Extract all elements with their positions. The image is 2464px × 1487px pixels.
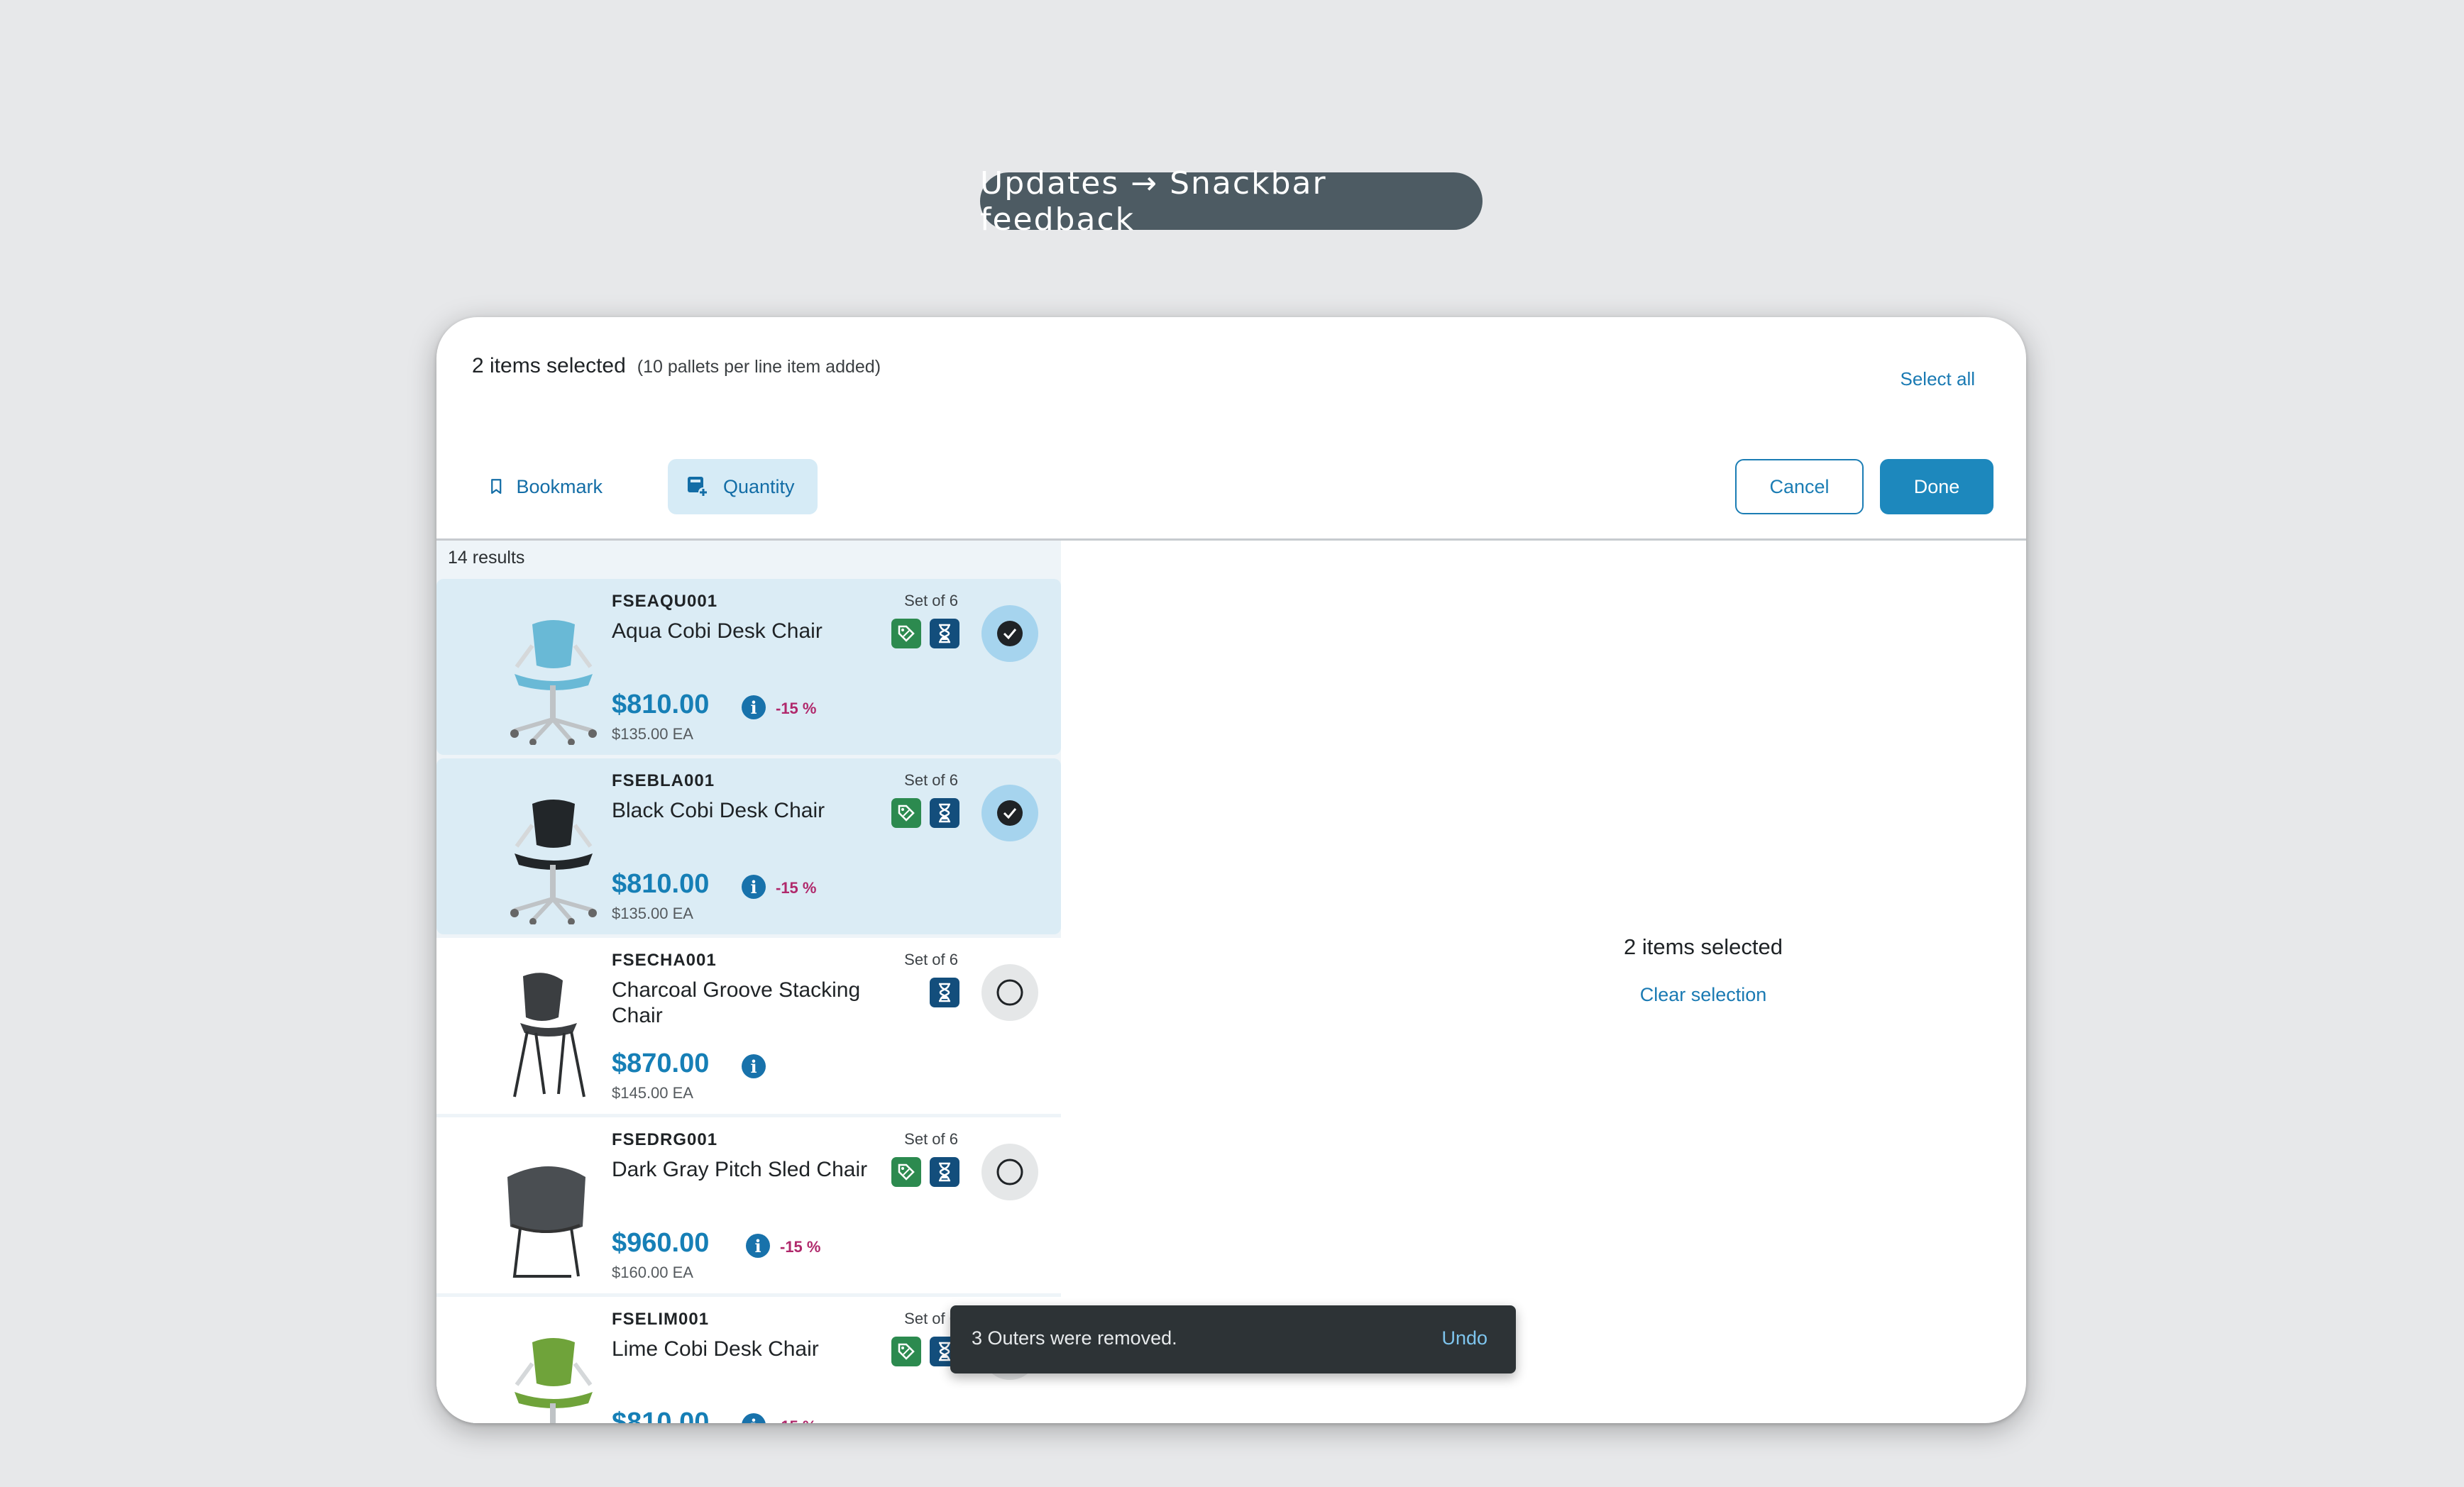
checked-circle-icon[interactable] <box>981 605 1038 662</box>
hourglass-icon <box>930 1157 959 1187</box>
product-sku: FSELIM001 <box>612 1310 710 1329</box>
selection-card: 2 items selected (10 pallets per line ite… <box>436 317 2026 1423</box>
pallets-note: (10 pallets per line item added) <box>637 357 881 377</box>
product-name: Lime Cobi Desk Chair <box>612 1337 819 1361</box>
results-count: 14 results <box>448 548 525 568</box>
set-size: Set of 6 <box>904 1130 958 1148</box>
product-item[interactable]: FSEAQU001 Set of 6 Aqua Cobi Desk Chair … <box>436 579 1061 755</box>
product-badges <box>891 1337 959 1366</box>
discount-badge: -15 % <box>776 700 817 717</box>
chair-image <box>510 800 597 924</box>
info-icon[interactable]: i <box>746 1234 770 1258</box>
product-item[interactable]: FSEDRG001 Set of 6 Dark Gray Pitch Sled … <box>436 1117 1061 1293</box>
quantity-add-icon <box>688 477 708 497</box>
unchecked-circle-icon[interactable] <box>981 1144 1038 1200</box>
unchecked-circle-icon[interactable] <box>981 964 1038 1021</box>
hourglass-icon <box>930 798 959 828</box>
unit-price: $145.00 EA <box>612 1084 693 1102</box>
product-price: $960.00 <box>612 1228 710 1258</box>
clear-selection-link[interactable]: Clear selection <box>1462 984 1945 1006</box>
price-tag-icon <box>891 1337 921 1366</box>
product-name: Aqua Cobi Desk Chair <box>612 619 823 643</box>
product-badges <box>891 619 959 648</box>
set-size: Set of 6 <box>904 771 958 789</box>
unit-price: $135.00 EA <box>612 905 693 922</box>
info-icon[interactable]: i <box>742 875 766 899</box>
product-item[interactable]: FSECHA001 Set of 6 Charcoal Groove Stack… <box>436 938 1061 1114</box>
info-icon[interactable]: i <box>742 1413 766 1423</box>
hourglass-icon <box>930 619 959 648</box>
chair-image <box>513 973 585 1098</box>
snackbar: 3 Outers were removed. Undo <box>950 1305 1516 1373</box>
price-tag-icon <box>891 798 921 828</box>
select-all-link[interactable]: Select all <box>1901 368 1976 390</box>
product-price: $870.00 <box>612 1049 710 1078</box>
product-badges <box>930 978 959 1007</box>
price-tag-icon <box>891 1157 921 1187</box>
chair-image <box>507 1166 585 1278</box>
discount-badge: -15 % <box>776 879 817 897</box>
checked-circle-icon[interactable] <box>981 785 1038 841</box>
product-sku: FSEBLA001 <box>612 771 715 790</box>
discount-badge: -15 % <box>776 1417 816 1423</box>
undo-button[interactable]: Undo <box>1441 1327 1487 1349</box>
product-badges <box>891 1157 959 1187</box>
bookmark-label: Bookmark <box>516 475 603 497</box>
set-size: Set of 6 <box>904 951 958 968</box>
quantity-label: Quantity <box>723 475 795 497</box>
selected-count-title: 2 items selected <box>472 354 626 377</box>
product-sku: FSEDRG001 <box>612 1130 718 1149</box>
product-item[interactable]: FSEBLA001 Set of 6 Black Cobi Desk Chair… <box>436 758 1061 934</box>
product-sku: FSECHA001 <box>612 951 717 970</box>
quantity-button[interactable]: Quantity <box>668 459 818 514</box>
product-name: Charcoal Groove Stacking Chair <box>612 978 861 1027</box>
feature-banner: Updates → Snackbar feedback <box>980 165 1483 238</box>
product-sku: FSEAQU001 <box>612 592 718 611</box>
snackbar-message: 3 Outers were removed. <box>972 1327 1177 1349</box>
results-list[interactable]: 14 results FSEAQU001 Set of 6 Aqua Cobi … <box>436 541 1061 1423</box>
product-name: Dark Gray Pitch Sled Chair <box>612 1158 868 1181</box>
hourglass-icon <box>930 978 959 1007</box>
discount-badge: -15 % <box>780 1238 821 1256</box>
product-price: $810.00 <box>612 869 710 899</box>
info-icon[interactable]: i <box>742 695 766 719</box>
chair-image <box>515 1338 593 1423</box>
done-button[interactable]: Done <box>1880 459 1993 514</box>
info-icon[interactable]: i <box>742 1054 766 1078</box>
unit-price: $160.00 EA <box>612 1264 693 1281</box>
product-badges <box>891 798 959 828</box>
product-name: Black Cobi Desk Chair <box>612 799 825 822</box>
unit-price: $135.00 EA <box>612 725 693 743</box>
chair-image <box>510 620 597 745</box>
bookmark-button[interactable]: Bookmark <box>461 459 603 514</box>
cancel-button[interactable]: Cancel <box>1735 459 1864 514</box>
product-price: $810.00 <box>612 690 710 719</box>
product-price: $810.00 <box>612 1408 710 1423</box>
selection-header: 2 items selected (10 pallets per line ite… <box>472 354 881 378</box>
set-size: Set of 6 <box>904 592 958 609</box>
bookmark-icon <box>491 479 502 494</box>
selected-count-summary: 2 items selected <box>1624 934 1783 959</box>
price-tag-icon <box>891 619 921 648</box>
